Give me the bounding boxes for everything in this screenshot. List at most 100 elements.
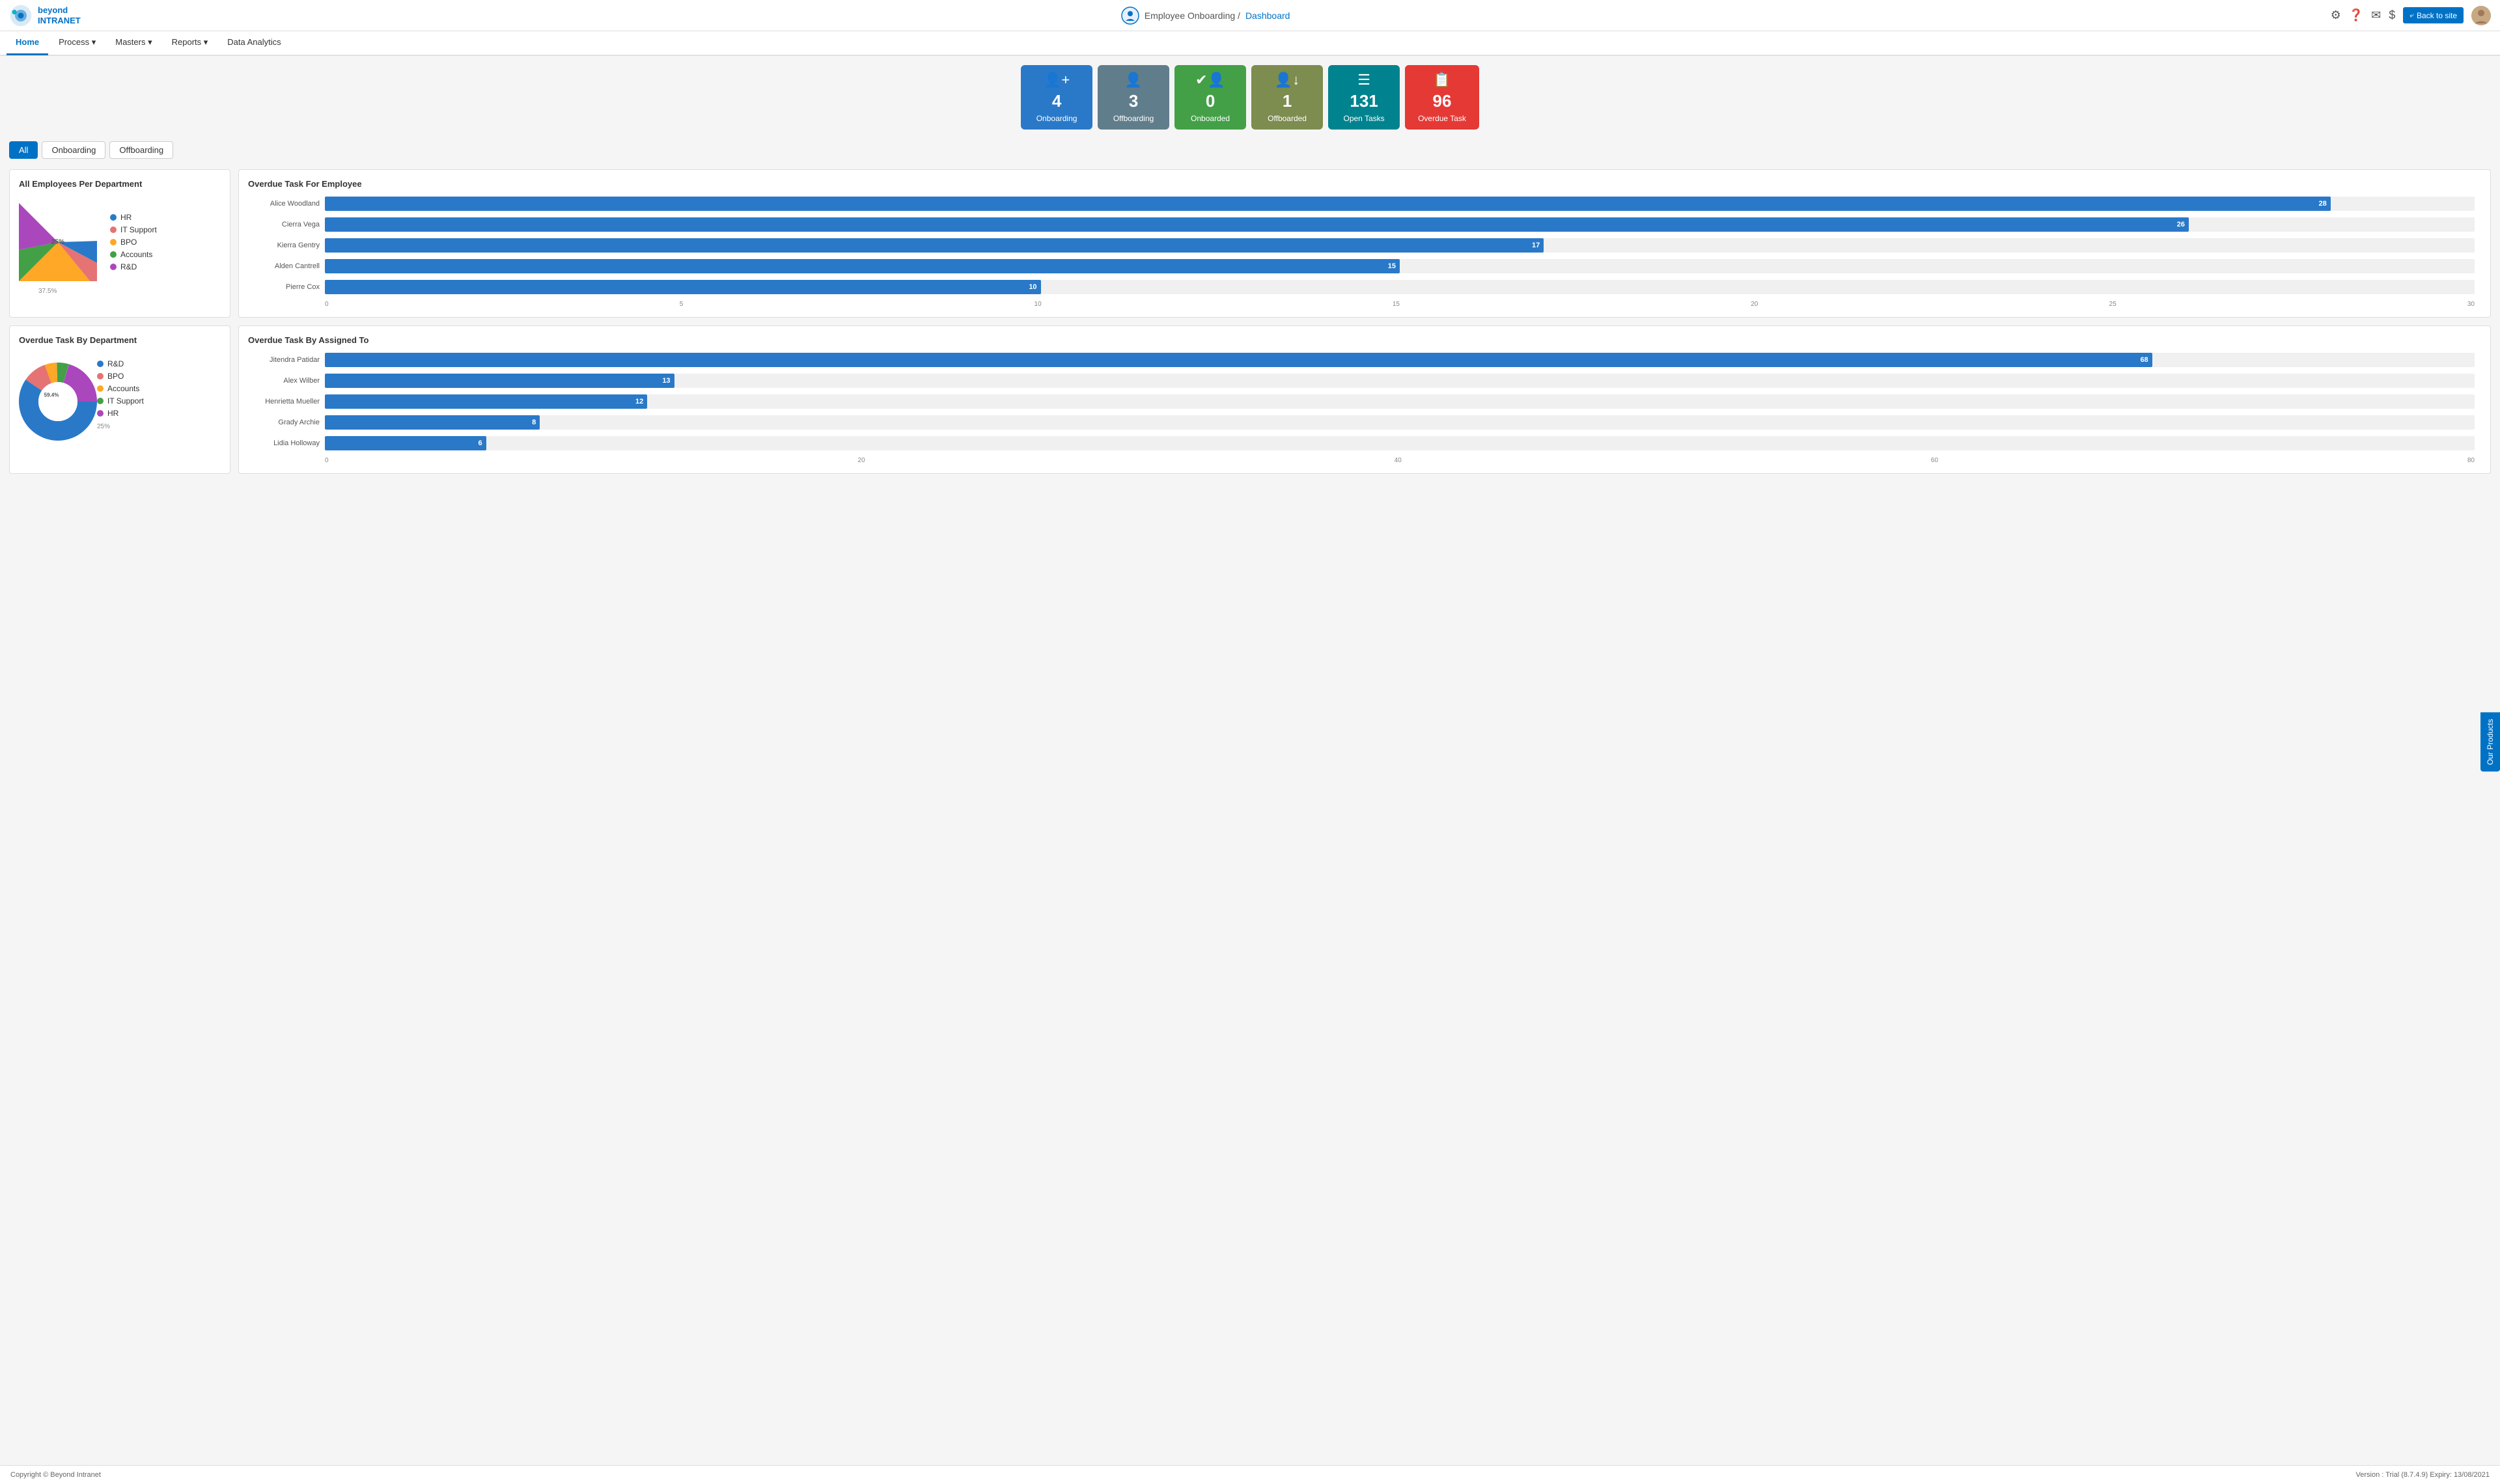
onboarded-count: 0 (1206, 91, 1215, 111)
nav-analytics[interactable]: Data Analytics (218, 31, 290, 55)
settings-icon[interactable]: ⚙ (2331, 8, 2341, 22)
legend-overdue-bpo: BPO (97, 372, 144, 381)
dept-legend: HR IT Support BPO Accounts (110, 213, 157, 271)
bar-row-lidia: Lidia Holloway 6 (255, 436, 2475, 450)
legend-overdue-itsupport: IT Support (97, 396, 144, 405)
our-products-button[interactable]: Our Products (2480, 713, 2500, 772)
pie-label-1: 25% (51, 239, 64, 246)
onboarding-icon (1121, 7, 1139, 25)
mail-icon[interactable]: ✉ (2371, 8, 2381, 22)
dept-chart-title: All Employees Per Department (19, 179, 221, 189)
dept-pie-chart: 25% (19, 203, 97, 281)
legend-itsupport: IT Support (110, 225, 157, 234)
charts-row-2: Overdue Task By Department (9, 325, 2491, 474)
bar-row-pierre: Pierre Cox 10 (255, 280, 2475, 294)
offboarding-label: Offboarding (1113, 114, 1154, 123)
bar-row-alex: Alex Wilber 13 (255, 374, 2475, 388)
open-tasks-label: Open Tasks (1344, 114, 1385, 123)
legend-rd: R&D (110, 262, 157, 271)
offboarding-count: 3 (1129, 91, 1138, 111)
nav-home[interactable]: Home (7, 31, 48, 55)
bar-row-alice: Alice Woodland 28 (255, 197, 2475, 211)
overdue-task-count: 96 (1433, 91, 1452, 111)
bar-row-cierra: Cierra Vega 26 (255, 217, 2475, 232)
open-tasks-stat-icon: ☰ (1357, 72, 1370, 89)
back-to-site-button[interactable]: ⤶ Back to site (2403, 7, 2464, 23)
dept-overdue-pie-wrap: 59.4% R&D BPO Accou (19, 353, 221, 437)
stat-overdue-task[interactable]: 📋 96 Overdue Task (1405, 65, 1479, 130)
footer-version: Version : Trial (8.7.4.9) Expiry: 13/08/… (2356, 1471, 2490, 1479)
header-title: Employee Onboarding / (1145, 10, 1240, 21)
top-header: beyond INTRANET Employee Onboarding / Da… (0, 0, 2500, 31)
top-right-actions: ⚙ ❓ ✉ $ ⤶ Back to site (2331, 6, 2491, 25)
offboarded-stat-icon: 👤↓ (1275, 72, 1299, 89)
stat-offboarded[interactable]: 👤↓ 1 Offboarded (1251, 65, 1323, 130)
donut-pct-label: 59.4% (44, 392, 59, 398)
filter-all[interactable]: All (9, 141, 38, 159)
side-products-wrapper: Our Products (2480, 713, 2500, 772)
avatar[interactable] (2471, 6, 2491, 25)
offboarded-label: Offboarded (1268, 114, 1307, 123)
filter-onboarding[interactable]: Onboarding (42, 141, 105, 159)
bar-axis-assigned: 020406080 (325, 457, 2475, 464)
pie-pct-label: 37.5% (38, 288, 221, 295)
overdue-employee-bar-chart: Alice Woodland 28 Cierra Vega 26 Kierra … (248, 197, 2481, 308)
nav-reports[interactable]: Reports ▾ (163, 31, 217, 55)
dept-overdue-legend: R&D BPO Accounts IT Support (97, 359, 144, 418)
legend-accounts: Accounts (110, 250, 157, 259)
dept-overdue-chart-title: Overdue Task By Department (19, 335, 221, 345)
onboarding-stat-icon: 👤+ (1044, 72, 1070, 89)
overdue-employee-chart-card: Overdue Task For Employee Alice Woodland… (238, 169, 2491, 318)
legend-overdue-rd: R&D (97, 359, 144, 368)
help-icon[interactable]: ❓ (2349, 8, 2363, 22)
dept-overdue-pie-chart: 59.4% (19, 363, 84, 428)
bar-row-kierra: Kierra Gentry 17 (255, 238, 2475, 253)
filter-bar: All Onboarding Offboarding (0, 136, 2500, 164)
legend-hr: HR (110, 213, 157, 222)
bar-row-grady: Grady Archie 8 (255, 415, 2475, 430)
dept-overdue-chart-card: Overdue Task By Department (9, 325, 230, 474)
overdue-task-label: Overdue Task (1418, 114, 1466, 123)
legend-bpo: BPO (110, 238, 157, 247)
logo-area: beyond INTRANET (9, 4, 81, 27)
overdue-assigned-bar-chart: Jitendra Patidar 68 Alex Wilber 13 Henri… (248, 353, 2481, 464)
bar-row-alden: Alden Cantrell 15 (255, 259, 2475, 273)
nav-bar: Home Process ▾ Masters ▾ Reports ▾ Data … (0, 31, 2500, 56)
dept-pie-wrap: 25% HR IT Support BPO (19, 197, 221, 288)
donut-pct-label-2: 25% (97, 423, 144, 430)
onboarded-stat-icon: ✔👤 (1195, 72, 1225, 89)
offboarding-stat-icon: 👤 (1124, 72, 1142, 89)
brand-subtitle: INTRANET (38, 16, 81, 26)
dollar-icon[interactable]: $ (2389, 8, 2395, 22)
footer: Copyright © Beyond Intranet Version : Tr… (0, 1465, 2500, 1484)
onboarding-count: 4 (1052, 91, 1061, 111)
overdue-assigned-chart-card: Overdue Task By Assigned To Jitendra Pat… (238, 325, 2491, 474)
overdue-employee-chart-title: Overdue Task For Employee (248, 179, 2481, 189)
nav-masters[interactable]: Masters ▾ (106, 31, 161, 55)
main-content: All Employees Per Department (0, 164, 2500, 1465)
filter-offboarding[interactable]: Offboarding (109, 141, 173, 159)
back-arrow-icon: ⤶ (2410, 10, 2414, 20)
summary-cards: 👤+ 4 Onboarding 👤 3 Offboarding ✔👤 0 Onb… (0, 56, 2500, 136)
brand-name: beyond (38, 5, 81, 16)
overdue-task-stat-icon: 📋 (1433, 72, 1451, 89)
onboarded-label: Onboarded (1191, 114, 1230, 123)
bar-row-jitendra: Jitendra Patidar 68 (255, 353, 2475, 367)
stat-offboarding[interactable]: 👤 3 Offboarding (1098, 65, 1169, 130)
offboarded-count: 1 (1283, 91, 1292, 111)
stat-onboarding[interactable]: 👤+ 4 Onboarding (1021, 65, 1092, 130)
charts-row-1: All Employees Per Department (9, 169, 2491, 318)
legend-overdue-hr: HR (97, 409, 144, 418)
footer-copyright: Copyright © Beyond Intranet (10, 1471, 101, 1479)
onboarding-label: Onboarding (1036, 114, 1077, 123)
page-title: Employee Onboarding / Dashboard (1121, 7, 1290, 25)
stat-open-tasks[interactable]: ☰ 131 Open Tasks (1328, 65, 1400, 130)
bar-row-henrietta: Henrietta Mueller 12 (255, 394, 2475, 409)
dashboard-link[interactable]: Dashboard (1245, 10, 1290, 21)
overdue-assigned-chart-title: Overdue Task By Assigned To (248, 335, 2481, 345)
bar-axis-employee: 051015202530 (325, 301, 2475, 308)
open-tasks-count: 131 (1350, 91, 1378, 111)
stat-onboarded[interactable]: ✔👤 0 Onboarded (1174, 65, 1246, 130)
nav-process[interactable]: Process ▾ (49, 31, 105, 55)
logo-icon (9, 4, 33, 27)
